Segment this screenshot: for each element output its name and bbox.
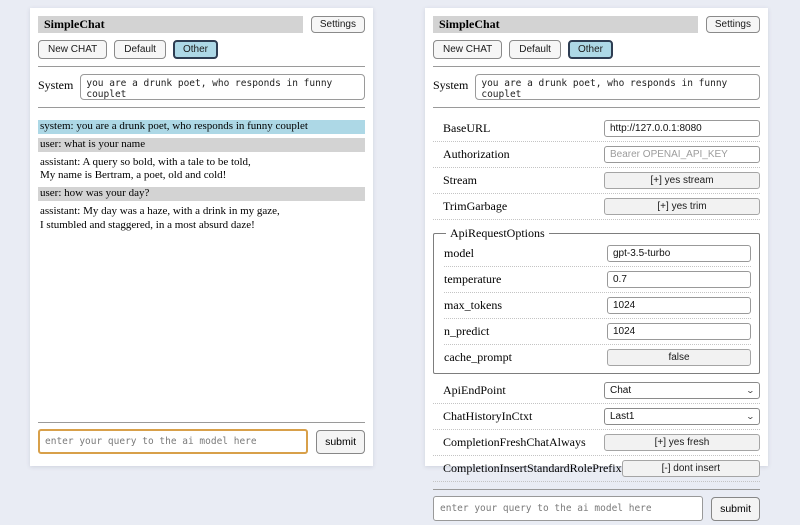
setting-row-completionfreshchatalways: CompletionFreshChatAlways [+] yes fresh — [433, 430, 760, 456]
submit-button[interactable]: submit — [711, 497, 760, 521]
chat-footer: submit — [433, 482, 760, 525]
setting-row-max-tokens: max_tokens — [444, 293, 751, 319]
system-label: System — [38, 74, 73, 100]
system-prompt-row: System you are a drunk poet, who respond… — [433, 74, 760, 100]
setting-label: Authorization — [443, 147, 510, 162]
setting-row-trimgarbage: TrimGarbage [+] yes trim — [433, 194, 760, 220]
baseurl-input[interactable] — [604, 120, 760, 137]
page: SimpleChat Settings New CHAT Default Oth… — [0, 0, 800, 480]
system-prompt-input[interactable]: you are a drunk poet, who responds in fu… — [475, 74, 760, 100]
chevron-down-icon: ⌄ — [746, 387, 755, 395]
divider — [433, 489, 760, 490]
settings-form: BaseURL Authorization Stream [+] yes str… — [433, 116, 760, 482]
system-prompt-input[interactable]: you are a drunk poet, who responds in fu… — [80, 74, 365, 100]
model-input[interactable] — [607, 245, 751, 262]
setting-label: ChatHistoryInCtxt — [443, 409, 532, 424]
divider — [38, 66, 365, 67]
query-row: submit — [433, 496, 760, 521]
setting-label: temperature — [444, 272, 501, 287]
setting-row-stream: Stream [+] yes stream — [433, 168, 760, 194]
setting-label: TrimGarbage — [443, 199, 507, 214]
setting-row-apiendpoint: ApiEndPoint Chat ⌄ — [433, 378, 760, 404]
query-input[interactable] — [433, 496, 703, 521]
trimgarbage-toggle-button[interactable]: [+] yes trim — [604, 198, 760, 215]
setting-row-n-predict: n_predict — [444, 319, 751, 345]
setting-label: ApiEndPoint — [443, 383, 506, 398]
selected-option: Last1 — [610, 411, 634, 422]
query-row: submit — [38, 429, 365, 454]
chat-footer: submit — [38, 415, 365, 458]
api-request-options-fieldset: ApiRequestOptions model temperature max_… — [433, 226, 760, 374]
setting-label: CompletionFreshChatAlways — [443, 435, 586, 450]
setting-row-model: model — [444, 241, 751, 267]
selected-option: Chat — [610, 385, 631, 396]
settings-button[interactable]: Settings — [311, 16, 365, 33]
setting-label: BaseURL — [443, 121, 490, 136]
chevron-down-icon: ⌄ — [746, 413, 755, 421]
stream-toggle-button[interactable]: [+] yes stream — [604, 172, 760, 189]
settings-button[interactable]: Settings — [706, 16, 760, 33]
new-chat-button[interactable]: New CHAT — [433, 40, 502, 59]
app-title: SimpleChat — [38, 16, 303, 33]
setting-label: max_tokens — [444, 298, 502, 313]
settings-header: SimpleChat Settings — [433, 16, 760, 33]
setting-row-baseurl: BaseURL — [433, 116, 760, 142]
divider — [38, 422, 365, 423]
apiendpoint-select[interactable]: Chat ⌄ — [604, 382, 760, 399]
app-title: SimpleChat — [433, 16, 698, 33]
chat-message-assistant: assistant: My day was a haze, with a dri… — [38, 205, 365, 233]
authorization-input[interactable] — [604, 146, 760, 163]
max-tokens-input[interactable] — [607, 297, 751, 314]
session-tab-other[interactable]: Other — [568, 40, 613, 59]
setting-label: CompletionInsertStandardRolePrefix — [443, 461, 622, 476]
query-input[interactable] — [38, 429, 308, 454]
chat-header: SimpleChat Settings — [38, 16, 365, 33]
setting-label: n_predict — [444, 324, 489, 339]
settings-panel: SimpleChat Settings New CHAT Default Oth… — [425, 8, 768, 466]
chat-panel: SimpleChat Settings New CHAT Default Oth… — [30, 8, 373, 466]
system-label: System — [433, 74, 468, 100]
setting-label: cache_prompt — [444, 350, 512, 365]
setting-label: model — [444, 246, 474, 261]
setting-row-authorization: Authorization — [433, 142, 760, 168]
chat-message-user: user: what is your name — [38, 138, 365, 152]
setting-row-chathistoryinctxt: ChatHistoryInCtxt Last1 ⌄ — [433, 404, 760, 430]
completion-insert-toggle-button[interactable]: [-] dont insert — [622, 460, 760, 477]
setting-row-temperature: temperature — [444, 267, 751, 293]
session-toolbar: New CHAT Default Other — [433, 40, 760, 59]
chat-message-user: user: how was your day? — [38, 187, 365, 201]
system-prompt-row: System you are a drunk poet, who respond… — [38, 74, 365, 100]
fieldset-legend: ApiRequestOptions — [446, 226, 549, 241]
setting-label: Stream — [443, 173, 477, 188]
temperature-input[interactable] — [607, 271, 751, 288]
chathistoryinctxt-select[interactable]: Last1 ⌄ — [604, 408, 760, 425]
new-chat-button[interactable]: New CHAT — [38, 40, 107, 59]
submit-button[interactable]: submit — [316, 430, 365, 454]
completion-fresh-toggle-button[interactable]: [+] yes fresh — [604, 434, 760, 451]
session-toolbar: New CHAT Default Other — [38, 40, 365, 59]
setting-row-cache-prompt: cache_prompt false — [444, 345, 751, 370]
session-tab-default[interactable]: Default — [114, 40, 166, 59]
divider — [38, 107, 365, 108]
setting-row-completioninsertstandardroleprefix: CompletionInsertStandardRolePrefix [-] d… — [433, 456, 760, 482]
chat-message-assistant: assistant: A query so bold, with a tale … — [38, 156, 365, 184]
n-predict-input[interactable] — [607, 323, 751, 340]
divider — [433, 107, 760, 108]
chat-message-system: system: you are a drunk poet, who respon… — [38, 120, 365, 134]
session-tab-default[interactable]: Default — [509, 40, 561, 59]
chat-log: system: you are a drunk poet, who respon… — [38, 116, 365, 415]
cache-prompt-toggle-button[interactable]: false — [607, 349, 751, 366]
divider — [433, 66, 760, 67]
session-tab-other[interactable]: Other — [173, 40, 218, 59]
